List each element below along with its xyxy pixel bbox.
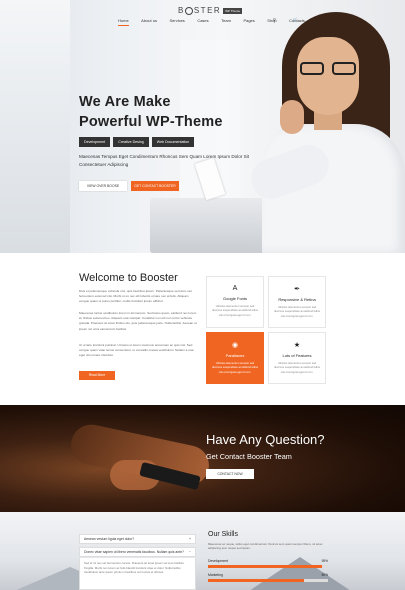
skill-fill — [208, 579, 304, 582]
cart-icon[interactable]: 🛒 — [293, 17, 298, 24]
skill-percent: 80% — [321, 573, 328, 577]
font-icon: A — [232, 285, 238, 292]
get-contact-button[interactable]: GET CONTACT BOOSTER — [131, 181, 179, 191]
skills-section — [0, 512, 405, 590]
nav-item-services[interactable]: Services — [169, 18, 184, 26]
skill-percent: 95% — [321, 559, 328, 563]
nav-item-about[interactable]: About us — [141, 18, 157, 26]
search-icon[interactable]: ⚲ — [273, 17, 276, 24]
feature-desc: Ultricies elementum semper sed ducimus s… — [274, 362, 320, 374]
hero-title-line1: We Are Make — [79, 94, 171, 110]
feature-card-fonts[interactable]: A Google Fonts Ultricies elementum sempe… — [206, 276, 264, 328]
hero-tag-docs[interactable]: Web Documentation — [151, 137, 195, 147]
hero-title: We Are Make Powerful WP-Theme — [79, 92, 223, 132]
hero-woman-image — [245, 12, 405, 253]
skill-row-development: Development 95% — [208, 559, 328, 568]
logo-circle-icon — [184, 6, 193, 15]
brand-logo-b: B — [178, 6, 185, 15]
welcome-paragraph-3: Ut ornare tincidunt pulvinar. Ut lacus u… — [79, 343, 194, 358]
nav-item-cases[interactable]: Cases — [197, 18, 208, 26]
brand-logo-rest: STER — [193, 6, 222, 15]
skills-description: Maecenas ac neque, tellus eget condiment… — [208, 542, 323, 551]
skill-track — [208, 579, 328, 582]
pen-icon: ✒ — [294, 286, 300, 293]
feature-desc: Ultricies elementum semper sed ducimus s… — [274, 306, 320, 318]
view-button[interactable]: VIEW OVER BOOSE — [79, 181, 127, 191]
nav-item-team[interactable]: Team — [221, 18, 231, 26]
hero-title-line2: Powerful WP-Theme — [79, 114, 223, 130]
question-subtitle: Get Contact Booster Team — [206, 452, 292, 461]
feature-card-lots[interactable]: ★ Lots of Features Ultricies elementum s… — [268, 332, 326, 384]
accordion-title: Donec vitae sapien ut libero venenatis f… — [84, 550, 184, 554]
brand-logo[interactable]: B STER WP Theme — [178, 6, 243, 15]
hero-tags: Development Creative Desing Web Document… — [79, 137, 195, 147]
accordion-item-open[interactable]: Donec vitae sapien ut libero venenatis f… — [79, 547, 196, 557]
skills-title: Our Skills — [208, 531, 238, 538]
brand-tag: WP Theme — [223, 7, 243, 14]
feature-card-responsive[interactable]: ✒ Responsive & Retina Ultricies elementu… — [268, 276, 326, 328]
hero-window-left — [0, 0, 70, 253]
nav-item-home[interactable]: Home — [118, 18, 129, 26]
welcome-paragraph-2: Maecenas luctus vestibulum lorem in ferm… — [79, 311, 197, 331]
welcome-paragraph-1: Duis et pellentesque vehicula orci, quis… — [79, 289, 193, 304]
skill-fill — [208, 565, 322, 568]
accordion-body: Sed id mi nec est fermentum cursus. Prae… — [79, 558, 196, 590]
read-more-button[interactable]: Read More — [79, 371, 115, 380]
skill-row-marketing: Marketing 80% — [208, 573, 328, 582]
minus-icon: − — [189, 550, 191, 554]
hero-tag-creative[interactable]: Creative Desing — [113, 137, 149, 147]
feature-title: Responsive & Retina — [278, 297, 316, 302]
skill-label: Marketing — [208, 573, 223, 577]
nav-icons: ⚲ 🛒 — [273, 17, 310, 22]
accordion-item[interactable]: Aenean vesium ligula eget dolor? + — [79, 534, 196, 544]
feature-desc: Ultricies elementum semper sed ducimus s… — [212, 362, 258, 374]
plus-icon: + — [189, 537, 191, 541]
main-menu: Home About us Services Cases Team Pages … — [118, 17, 317, 26]
feature-title: Parallaxes — [225, 353, 245, 358]
camera-icon: ◉ — [231, 342, 239, 349]
hero-tag-development[interactable]: Development — [79, 137, 111, 147]
feature-title: Lots of Features — [282, 353, 312, 358]
nav-item-pages[interactable]: Pages — [243, 18, 254, 26]
welcome-title: Welcome to Booster — [79, 272, 178, 284]
feature-desc: Ultricies elementum semper sed ducimus s… — [212, 305, 258, 317]
hero-description: Maecenas Tempus Eget Condimentum Rhoncus… — [79, 154, 249, 167]
accordion-title: Aenean vesium ligula eget dolor? — [84, 537, 135, 541]
contact-now-button[interactable]: CONTACT NOW — [206, 469, 254, 479]
feature-card-parallaxes[interactable]: ◉ Parallaxes Ultricies elementum semper … — [206, 332, 264, 384]
question-banner — [0, 405, 405, 512]
skill-track — [208, 565, 328, 568]
top-navigation: B STER WP Theme Home About us Services Cas… — [0, 0, 405, 34]
feature-title: Google Fonts — [222, 296, 247, 301]
star-icon: ★ — [293, 342, 301, 349]
skill-label: Development — [208, 559, 228, 563]
question-title: Have Any Question? — [206, 432, 325, 447]
